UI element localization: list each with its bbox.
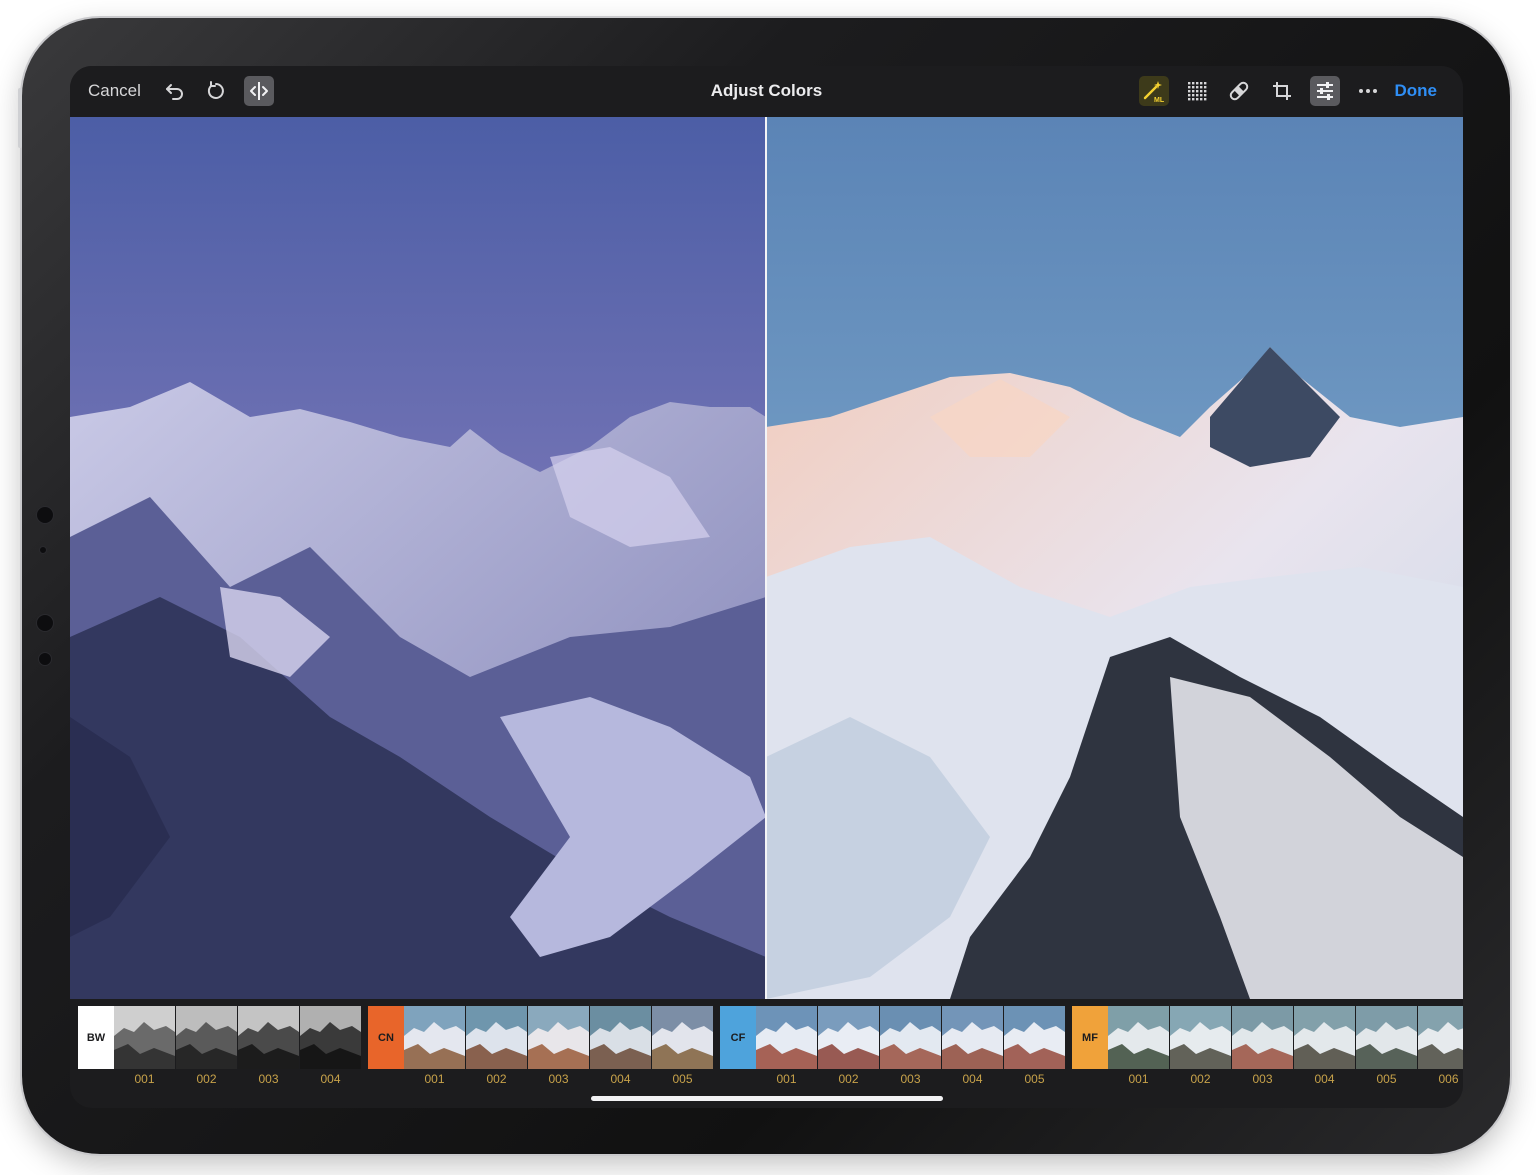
wand-badge-label: ML (1154, 97, 1165, 104)
filter-thumbnail[interactable] (1004, 1006, 1065, 1069)
undo-icon[interactable] (160, 76, 190, 106)
filter-thumbnail[interactable] (176, 1006, 237, 1069)
filter-frame-number: 005 (1024, 1072, 1045, 1086)
filter-frame-number: 005 (1376, 1072, 1397, 1086)
bandage-retouch-icon[interactable] (1224, 76, 1254, 106)
filter-frame-number: 001 (776, 1072, 797, 1086)
filter-thumbnail[interactable] (652, 1006, 713, 1069)
compare-split-handle[interactable] (765, 117, 767, 999)
filter-thumbnail[interactable] (300, 1006, 361, 1069)
filter-thumbnail[interactable] (1418, 1006, 1463, 1069)
cancel-button[interactable]: Cancel (88, 81, 141, 101)
home-indicator (591, 1096, 943, 1101)
page-title: Adjust Colors (710, 81, 823, 100)
flash-dot (38, 652, 52, 666)
filter-thumbnail[interactable] (1232, 1006, 1293, 1069)
filter-thumbnail[interactable] (528, 1006, 589, 1069)
filter-group-tag-cf[interactable]: CF (720, 1006, 756, 1069)
filter-frame-number: 001 (424, 1072, 445, 1086)
filter-thumbnail[interactable] (880, 1006, 941, 1069)
crop-icon[interactable] (1267, 76, 1297, 106)
app-screen: Cancel Adjust Colors ML Done BW CN CF MF… (70, 66, 1463, 1108)
filter-thumbnail[interactable] (756, 1006, 817, 1069)
more-icon[interactable] (1353, 76, 1383, 106)
filter-frame-number: 004 (320, 1072, 341, 1086)
photo-canvas[interactable] (70, 117, 1463, 999)
filter-frame-number: 002 (1190, 1072, 1211, 1086)
filter-thumbnail[interactable] (238, 1006, 299, 1069)
filter-frame-number: 003 (1252, 1072, 1273, 1086)
filter-frame-number: 006 (1438, 1072, 1459, 1086)
grid-filters-icon[interactable] (1182, 76, 1212, 106)
filter-thumbnail[interactable] (1356, 1006, 1417, 1069)
top-toolbar: Cancel Adjust Colors ML Done (70, 66, 1463, 117)
filter-group-tag-bw[interactable]: BW (78, 1006, 114, 1069)
film-filter-strip[interactable]: BW CN CF MF (70, 1006, 1463, 1072)
filter-frame-number: 004 (1314, 1072, 1335, 1086)
filter-thumbnail[interactable] (942, 1006, 1003, 1069)
filter-group-tag-cn[interactable]: CN (368, 1006, 404, 1069)
magic-wand-ml-icon[interactable]: ML (1139, 76, 1169, 106)
filter-frame-number: 002 (838, 1072, 859, 1086)
reset-icon[interactable] (201, 76, 231, 106)
filter-frame-number: 003 (258, 1072, 279, 1086)
camera-lens-2 (36, 614, 54, 632)
filter-frame-number: 004 (962, 1072, 983, 1086)
filter-thumbnail[interactable] (818, 1006, 879, 1069)
done-button[interactable]: Done (1395, 81, 1438, 101)
filter-frame-number: 001 (134, 1072, 155, 1086)
filter-thumbnail[interactable] (404, 1006, 465, 1069)
volume-button (18, 88, 22, 148)
filter-frame-number: 002 (196, 1072, 217, 1086)
filter-thumbnail[interactable] (1108, 1006, 1169, 1069)
filter-thumbnail[interactable] (1294, 1006, 1355, 1069)
filter-frame-number: 004 (610, 1072, 631, 1086)
filter-frame-number: 003 (548, 1072, 569, 1086)
camera-lens (36, 506, 54, 524)
sensor-dot (39, 546, 47, 554)
compare-icon[interactable] (244, 76, 274, 106)
filter-group-tag-mf[interactable]: MF (1072, 1006, 1108, 1069)
filter-thumbnail[interactable] (114, 1006, 175, 1069)
filter-frame-number: 005 (672, 1072, 693, 1086)
filter-frame-number: 001 (1128, 1072, 1149, 1086)
filter-thumbnail[interactable] (590, 1006, 651, 1069)
filter-frame-number: 002 (486, 1072, 507, 1086)
filter-thumbnail[interactable] (1170, 1006, 1231, 1069)
filter-thumbnail[interactable] (466, 1006, 527, 1069)
filter-frame-number: 003 (900, 1072, 921, 1086)
adjust-sliders-icon[interactable] (1310, 76, 1340, 106)
